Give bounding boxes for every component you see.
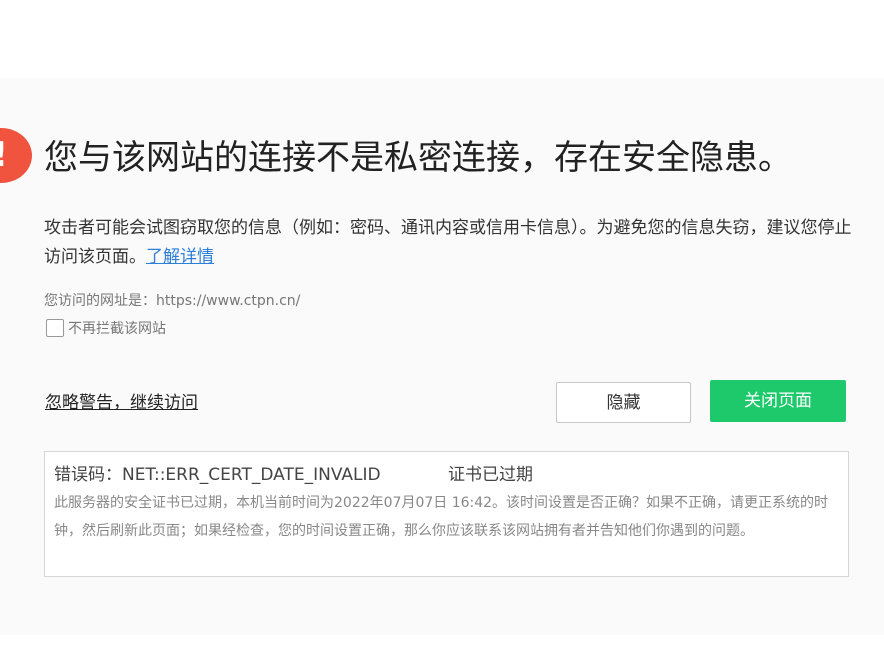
ignore-warning-link[interactable]: 忽略警告，继续访问 [45, 388, 198, 413]
no-block-checkbox[interactable] [46, 319, 64, 337]
visited-url: 您访问的网址是：https://www.ctpn.cn/ [44, 293, 301, 309]
error-details-box: 错误码：NET::ERR_CERT_DATE_INVALID 证书已过期 此服务… [44, 451, 849, 577]
warning-description: 攻击者可能会试图窃取您的信息（例如：密码、通讯内容或信用卡信息）。为避免您的信息… [44, 214, 856, 272]
close-page-button[interactable]: 关闭页面 [710, 380, 846, 422]
no-block-label: 不再拦截该网站 [68, 321, 166, 337]
error-detail-text: 此服务器的安全证书已过期，本机当前时间为2022年07月07日 16:42。该时… [54, 495, 829, 539]
hide-button[interactable]: 隐藏 [556, 382, 691, 423]
learn-more-link[interactable]: 了解详情 [146, 247, 214, 267]
no-block-option[interactable]: 不再拦截该网站 [46, 318, 166, 338]
error-status: 证书已过期 [448, 465, 533, 485]
page-title: 您与该网站的连接不是私密连接，存在安全隐患。 [44, 138, 792, 178]
error-code: 错误码：NET::ERR_CERT_DATE_INVALID [54, 465, 381, 485]
